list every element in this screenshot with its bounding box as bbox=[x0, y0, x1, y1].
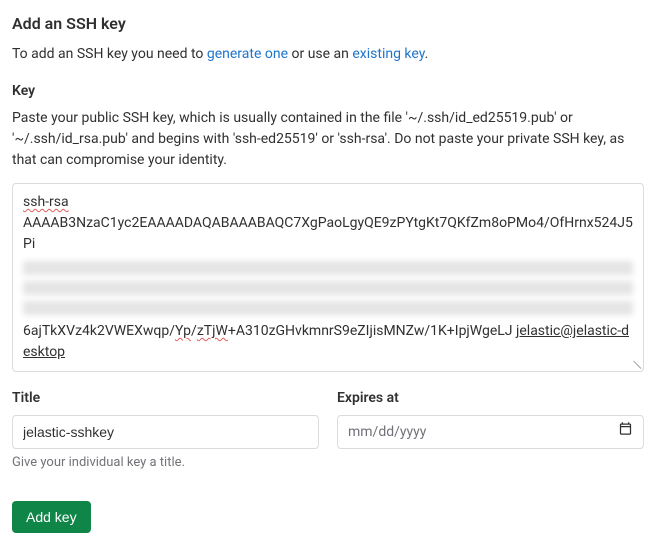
intro-text: To add an SSH key you need to generate o… bbox=[12, 44, 644, 65]
intro-prefix: To add an SSH key you need to bbox=[12, 46, 207, 62]
title-label: Title bbox=[12, 388, 319, 409]
title-input[interactable] bbox=[12, 415, 319, 449]
intro-suffix: . bbox=[425, 46, 429, 62]
key-line1: ssh-rsa bbox=[23, 194, 69, 210]
generate-one-link[interactable]: generate one bbox=[207, 46, 288, 62]
key-line5: 6ajTkXVz4k2VWEXwqp/Yp/zTjW+A310zGHvkmnrS… bbox=[23, 321, 633, 363]
ssh-key-textarea[interactable]: ssh-rsa AAAAB3NzaC1yc2EAAAADAQABAAABAQC7… bbox=[12, 183, 644, 372]
expires-label: Expires at bbox=[337, 388, 644, 409]
existing-key-link[interactable]: existing key bbox=[352, 46, 424, 62]
key-blurred-line bbox=[23, 301, 633, 315]
key-blurred-line bbox=[23, 261, 633, 275]
key-help-text: Paste your public SSH key, which is usua… bbox=[12, 108, 644, 171]
intro-mid: or use an bbox=[288, 46, 352, 62]
expires-input[interactable]: mm/dd/yyyy bbox=[337, 415, 644, 449]
key-label: Key bbox=[12, 81, 644, 102]
resize-handle-icon[interactable] bbox=[629, 357, 641, 369]
title-hint: Give your individual key a title. bbox=[12, 453, 319, 473]
calendar-icon[interactable] bbox=[618, 421, 633, 443]
add-key-button[interactable]: Add key bbox=[12, 501, 91, 533]
expires-placeholder: mm/dd/yyyy bbox=[348, 422, 426, 443]
page-heading: Add an SSH key bbox=[12, 12, 644, 36]
key-line2: AAAAB3NzaC1yc2EAAAADAQABAAABAQC7XgPaoLgy… bbox=[23, 213, 633, 255]
key-blurred-line bbox=[23, 281, 633, 295]
